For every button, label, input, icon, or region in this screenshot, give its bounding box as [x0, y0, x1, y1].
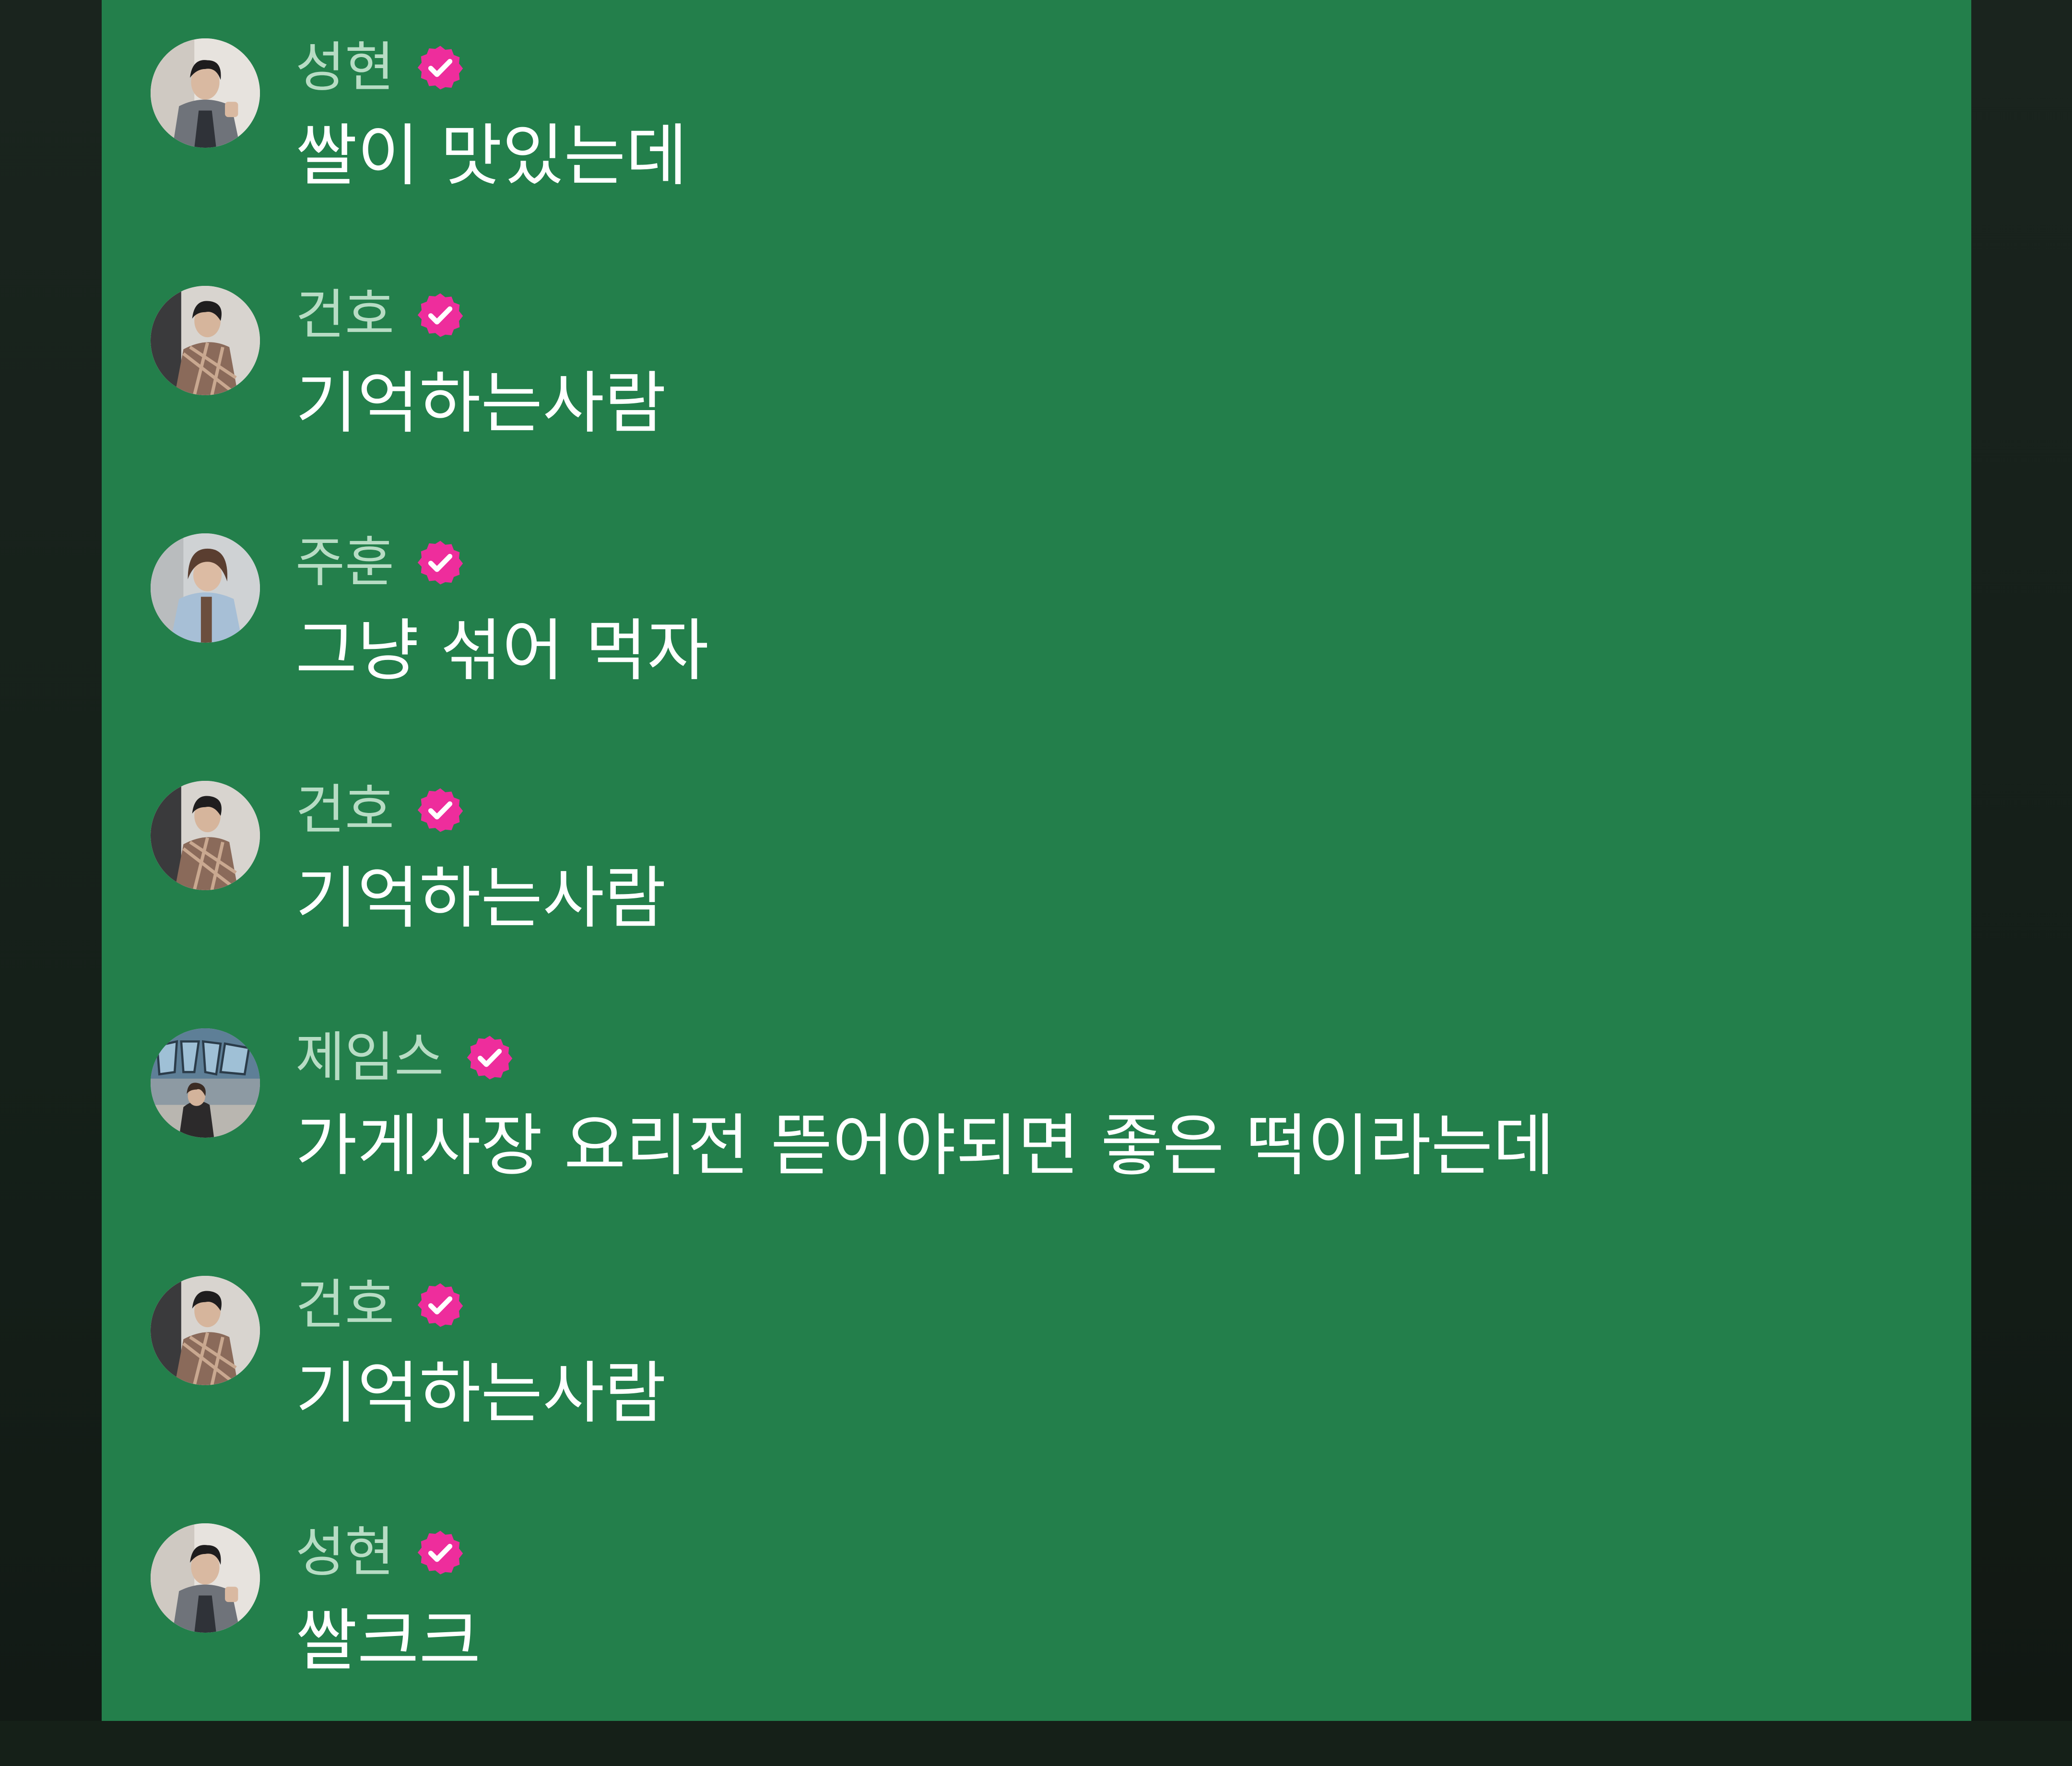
live-chat-panel[interactable]: 성현 쌀이 맛있는데 건호 기억하는사람 주훈 그냥 섞어 먹자 건호 기억하는… — [102, 0, 1971, 1721]
user-avatar[interactable] — [151, 1523, 260, 1633]
message-header: 성현 — [295, 36, 465, 99]
avatar-geonho-image — [151, 286, 260, 395]
user-avatar[interactable] — [151, 1028, 260, 1138]
username[interactable]: 건호 — [295, 284, 394, 346]
chat-message: 주훈 그냥 섞어 먹자 — [102, 529, 1971, 776]
message-text: 가게사장 요리전 뜯어야되면 좋은 떡이라는데 — [295, 1107, 1555, 1185]
message-text: 쌀크크 — [295, 1602, 481, 1680]
message-text: 기억하는사람 — [295, 365, 666, 443]
user-avatar[interactable] — [151, 286, 260, 395]
user-avatar[interactable] — [151, 38, 260, 148]
message-header: 건호 — [295, 779, 465, 841]
verified-badge-icon — [415, 538, 465, 588]
avatar-geonho-image — [151, 781, 260, 890]
chat-message: 성현 쌀이 맛있는데 — [102, 34, 1971, 281]
username[interactable]: 성현 — [295, 36, 394, 99]
message-header: 건호 — [295, 284, 465, 346]
username[interactable]: 건호 — [295, 779, 394, 841]
chat-message: 제임스 가게사장 요리전 뜯어야되면 좋은 떡이라는데 — [102, 1024, 1971, 1271]
chat-message: 성현 쌀크크 — [102, 1519, 1971, 1766]
message-text: 쌀이 맛있는데 — [295, 117, 688, 195]
message-text: 그냥 섞어 먹자 — [295, 612, 709, 690]
chat-message: 건호 기억하는사람 — [102, 1271, 1971, 1519]
verified-badge-icon — [415, 43, 465, 93]
message-header: 건호 — [295, 1274, 465, 1336]
username[interactable]: 주훈 — [295, 531, 394, 594]
user-avatar[interactable] — [151, 533, 260, 643]
username[interactable]: 성현 — [295, 1521, 394, 1584]
message-header: 주훈 — [295, 531, 465, 594]
right-backdrop — [1971, 0, 2072, 1721]
username[interactable]: 제임스 — [295, 1026, 444, 1089]
chat-message: 건호 기억하는사람 — [102, 281, 1971, 529]
verified-badge-icon — [415, 785, 465, 835]
user-avatar[interactable] — [151, 1276, 260, 1385]
avatar-geonho-image — [151, 1276, 260, 1385]
message-header: 제임스 — [295, 1026, 515, 1089]
chat-message: 건호 기억하는사람 — [102, 776, 1971, 1024]
avatar-james-image — [151, 1028, 260, 1138]
verified-badge-icon — [415, 1528, 465, 1578]
verified-badge-icon — [415, 1280, 465, 1330]
message-text: 기억하는사람 — [295, 859, 666, 938]
user-avatar[interactable] — [151, 781, 260, 890]
verified-badge-icon — [415, 290, 465, 340]
avatar-seonghyeon-image — [151, 1523, 260, 1633]
message-text: 기억하는사람 — [295, 1354, 666, 1433]
avatar-juhun-image — [151, 533, 260, 643]
username[interactable]: 건호 — [295, 1274, 394, 1336]
avatar-seonghyeon-image — [151, 38, 260, 148]
verified-badge-icon — [465, 1033, 515, 1083]
message-header: 성현 — [295, 1521, 465, 1584]
left-backdrop — [0, 0, 102, 1721]
